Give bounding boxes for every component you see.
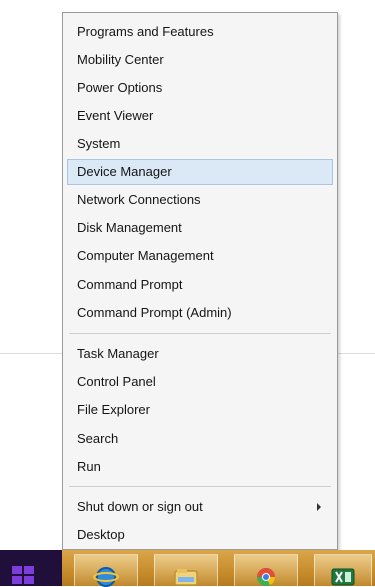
menu-item-search[interactable]: Search: [67, 426, 333, 452]
menu-item-system[interactable]: System: [67, 131, 333, 157]
menu-item-computer-management[interactable]: Computer Management: [67, 243, 333, 269]
taskbar-internet-explorer-button[interactable]: [74, 554, 138, 587]
start-button[interactable]: [0, 550, 62, 586]
menu-separator: [69, 486, 331, 487]
internet-explorer-icon: [93, 567, 119, 587]
menu-item-programs-and-features[interactable]: Programs and Features: [67, 19, 333, 45]
excel-icon: [331, 568, 355, 586]
file-explorer-icon: [174, 569, 198, 586]
submenu-arrow-icon: [317, 503, 321, 511]
menu-item-control-panel[interactable]: Control Panel: [67, 369, 333, 395]
menu-item-network-connections[interactable]: Network Connections: [67, 187, 333, 213]
menu-item-mobility-center[interactable]: Mobility Center: [67, 47, 333, 73]
menu-item-label: Shut down or sign out: [77, 499, 203, 514]
power-user-menu: Programs and Features Mobility Center Po…: [62, 12, 338, 550]
menu-item-task-manager[interactable]: Task Manager: [67, 341, 333, 367]
taskbar-file-explorer-button[interactable]: [154, 554, 218, 586]
menu-item-file-explorer[interactable]: File Explorer: [67, 397, 333, 423]
menu-item-event-viewer[interactable]: Event Viewer: [67, 103, 333, 129]
menu-item-desktop[interactable]: Desktop: [67, 522, 333, 548]
taskbar-chrome-button[interactable]: [234, 554, 298, 586]
menu-item-shut-down-or-sign-out[interactable]: Shut down or sign out: [67, 494, 333, 520]
menu-item-run[interactable]: Run: [67, 454, 333, 480]
menu-item-device-manager[interactable]: Device Manager: [67, 159, 333, 185]
chrome-icon: [257, 568, 275, 586]
menu-item-power-options[interactable]: Power Options: [67, 75, 333, 101]
windows-logo-icon: [12, 566, 34, 584]
taskbar-excel-button[interactable]: [314, 554, 372, 586]
menu-separator: [69, 333, 331, 334]
menu-item-disk-management[interactable]: Disk Management: [67, 215, 333, 241]
menu-item-command-prompt-admin[interactable]: Command Prompt (Admin): [67, 300, 333, 326]
menu-item-command-prompt[interactable]: Command Prompt: [67, 272, 333, 298]
